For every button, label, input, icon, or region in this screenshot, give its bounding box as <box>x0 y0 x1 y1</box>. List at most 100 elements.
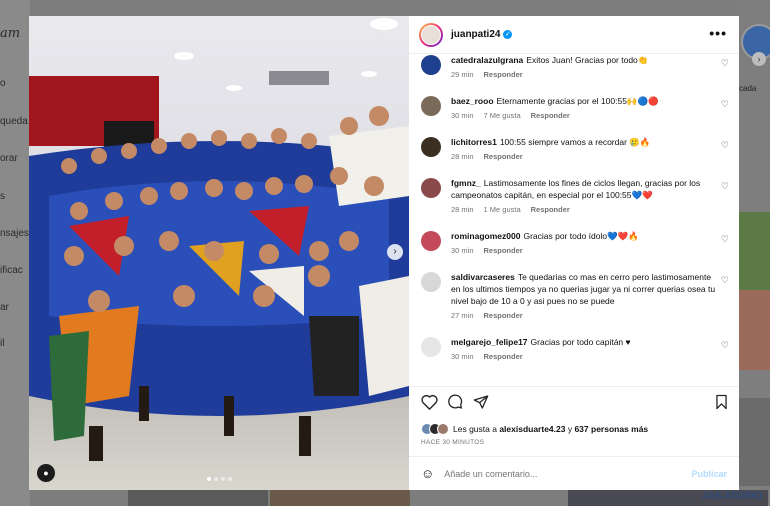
emoji-smiley-icon[interactable]: ☺ <box>421 466 434 481</box>
reply-button[interactable]: Responder <box>484 246 523 255</box>
reply-button[interactable]: Responder <box>484 352 523 361</box>
like-comment-heart-icon[interactable]: ♡ <box>721 234 729 245</box>
background-tile-text: JAS ATORIO <box>702 491 762 502</box>
share-send-icon[interactable] <box>473 394 489 410</box>
carousel-next-button[interactable]: › <box>387 244 403 260</box>
like-comment-heart-icon[interactable]: ♡ <box>721 140 729 151</box>
like-comment-heart-icon[interactable]: ♡ <box>721 181 729 192</box>
comment-username[interactable]: catedralazulgrana <box>451 55 523 65</box>
comment-text: Eternamente gracias por el 100:55🙌🔵🔴 <box>496 96 659 106</box>
likes-text[interactable]: Les gusta a alexisduarte4.23 y 637 perso… <box>453 424 648 434</box>
comment-time[interactable]: 28 min <box>451 152 474 161</box>
comment-avatar[interactable] <box>421 137 441 157</box>
background-grid-tile <box>128 490 268 506</box>
team-photo-illustration <box>29 16 409 490</box>
like-comment-heart-icon[interactable]: ♡ <box>721 99 729 110</box>
publish-button[interactable]: Publicar <box>691 469 727 479</box>
nav-item-messages[interactable]: nsajes <box>0 228 29 239</box>
background-grid-tile <box>739 212 770 290</box>
like-comment-heart-icon[interactable]: ♡ <box>721 275 729 286</box>
more-options-icon[interactable]: ••• <box>709 25 727 41</box>
comment-username[interactable]: saldivarcaseres <box>451 272 515 282</box>
like-heart-icon[interactable] <box>421 394 438 410</box>
carousel-dot <box>214 477 218 481</box>
background-scroll-arrow-icon: › <box>752 52 766 66</box>
author-avatar[interactable] <box>419 22 443 47</box>
comment-time[interactable]: 29 min <box>451 70 474 79</box>
post-side-panel: juanpati24 ✓ ••• catedralazulgrana Exitos … <box>409 16 739 490</box>
author-username[interactable]: juanpati24 ✓ <box>451 29 513 40</box>
comment-body: saldivarcaseres Te quedarias co mas en ce… <box>451 271 721 322</box>
background-grid-tile: JAS ATORIO <box>568 490 768 506</box>
comment-bubble-icon[interactable] <box>447 394 463 410</box>
comment-body: catedralazulgrana Exitos Juan! Gracias po… <box>451 54 721 81</box>
like-comment-heart-icon[interactable]: ♡ <box>721 340 729 351</box>
save-bookmark-icon[interactable] <box>715 394 728 410</box>
comment-avatar[interactable] <box>421 231 441 251</box>
like-comment-heart-icon[interactable]: ♡ <box>721 58 729 69</box>
nav-item-reels[interactable]: s <box>0 191 5 202</box>
comment-time[interactable]: 30 min <box>451 352 474 361</box>
carousel-dot <box>221 477 225 481</box>
reply-button[interactable]: Responder <box>484 152 523 161</box>
nav-item-profile[interactable]: il <box>0 338 4 349</box>
comment-avatar[interactable] <box>421 55 441 75</box>
comment-text: Gracias por todo ídolo💙❤️🔥 <box>523 231 639 241</box>
comment-text: 100:55 siempre vamos a recordar 🥲🔥 <box>499 137 651 147</box>
likes-count[interactable]: 637 personas más <box>574 424 648 434</box>
comment-time[interactable]: 28 min <box>451 205 474 214</box>
verified-badge-icon: ✓ <box>503 29 513 39</box>
comment-avatar[interactable] <box>421 337 441 357</box>
background-highlight-label: cada <box>739 84 757 93</box>
background-grid-tile <box>739 290 770 370</box>
comment-avatar[interactable] <box>421 272 441 292</box>
comment-item: lichitorres1 100:55 siempre vamos a recor… <box>409 136 739 163</box>
post-actions-bar <box>409 386 739 416</box>
post-header: juanpati24 ✓ ••• <box>409 16 739 54</box>
comment-likes[interactable]: 7 Me gusta <box>484 111 521 120</box>
reply-button[interactable]: Responder <box>484 311 523 320</box>
comment-item: catedralazulgrana Exitos Juan! Gracias po… <box>409 54 739 81</box>
add-comment-input[interactable] <box>444 468 675 479</box>
background-sidebar: am o queda orar s nsajes ificac ar il <box>0 0 30 506</box>
reply-button[interactable]: Responder <box>531 111 570 120</box>
comment-text: Lastimosamente los fines de ciclos llega… <box>451 178 701 200</box>
reply-button[interactable]: Responder <box>531 205 570 214</box>
comment-username[interactable]: rominagomez000 <box>451 231 520 241</box>
background-grid-tile <box>739 398 770 486</box>
comment-avatar[interactable] <box>421 178 441 198</box>
nav-item-search[interactable]: queda <box>0 116 28 127</box>
comment-username[interactable]: baez_rooo <box>451 96 494 106</box>
comment-item: rominagomez000 Gracias por todo ídolo💙❤️🔥… <box>409 230 739 257</box>
comment-item: melgarejo_felipe17 Gracias por todo capit… <box>409 336 739 363</box>
liker-username[interactable]: alexisduarte4.23 <box>499 424 565 434</box>
author-username-text[interactable]: juanpati24 <box>451 29 500 40</box>
comment-avatar[interactable] <box>421 96 441 116</box>
comment-time[interactable]: 27 min <box>451 311 474 320</box>
comment-item: saldivarcaseres Te quedarias co mas en ce… <box>409 271 739 322</box>
carousel-dots <box>207 477 232 481</box>
comment-username[interactable]: fgmnz_ <box>451 178 481 188</box>
comment-time[interactable]: 30 min <box>451 111 474 120</box>
comment-text: Exitos Juan! Gracias por todo👏 <box>526 55 649 65</box>
likes-prefix: Les gusta a <box>453 424 500 434</box>
nav-item-notifications[interactable]: ificac <box>0 265 23 276</box>
comment-username[interactable]: melgarejo_felipe17 <box>451 337 528 347</box>
post-modal: › ● juanpati24 ✓ ••• catedralazulgrana Exi… <box>29 16 739 490</box>
reply-button[interactable]: Responder <box>484 70 523 79</box>
nav-item-home[interactable]: o <box>0 78 6 89</box>
post-photo[interactable]: › ● <box>29 16 409 490</box>
comment-body: baez_rooo Eternamente gracias por el 100:… <box>451 95 721 122</box>
tagged-users-icon[interactable]: ● <box>37 464 55 482</box>
comment-username[interactable]: lichitorres1 <box>451 137 497 147</box>
post-time-ago[interactable]: HACE 30 MINUTOS <box>421 439 484 446</box>
comment-time[interactable]: 30 min <box>451 246 474 255</box>
comments-list[interactable]: catedralazulgrana Exitos Juan! Gracias po… <box>409 54 739 386</box>
nav-item-explore[interactable]: orar <box>0 153 18 164</box>
comment-body: melgarejo_felipe17 Gracias por todo capit… <box>451 336 721 363</box>
comment-body: lichitorres1 100:55 siempre vamos a recor… <box>451 136 721 163</box>
nav-item-create[interactable]: ar <box>0 302 9 313</box>
comment-item: baez_rooo Eternamente gracias por el 100:… <box>409 95 739 122</box>
comment-likes[interactable]: 1 Me gusta <box>484 205 521 214</box>
add-comment-bar: ☺ Publicar <box>409 456 739 490</box>
